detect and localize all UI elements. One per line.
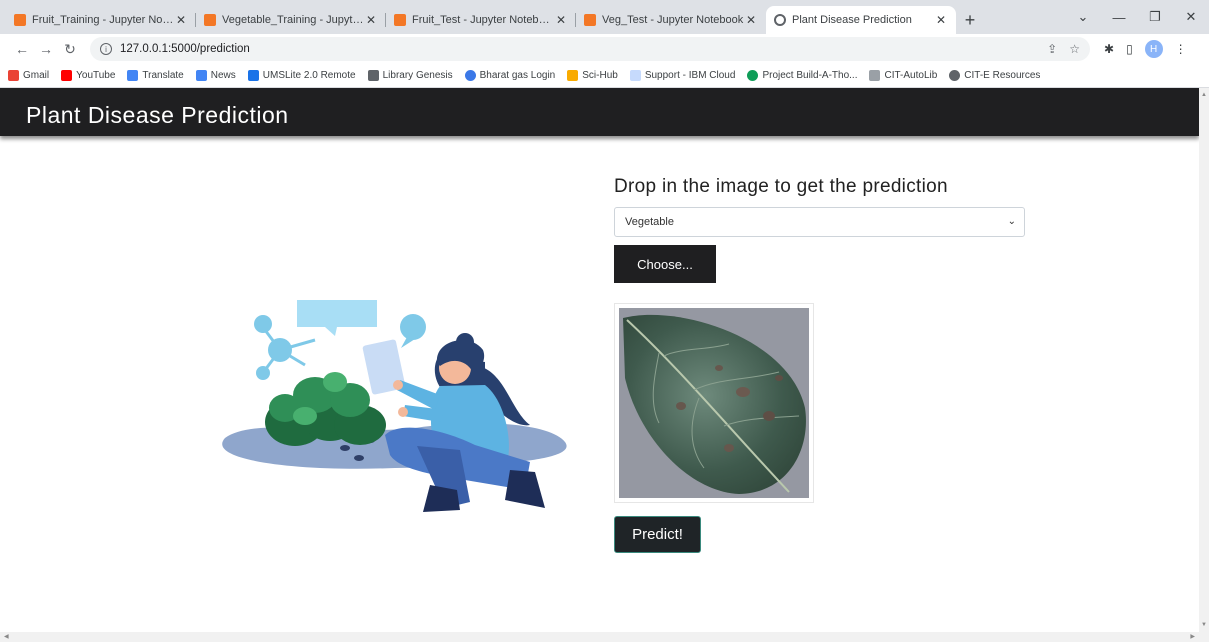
umslite-icon (247, 70, 259, 81)
bookmark-umslite[interactable]: UMSLite 2.0 Remote (247, 70, 356, 81)
site-title: Plant Disease Prediction (26, 102, 289, 128)
browser-tab-strip: Fruit_Training - Jupyter Notebook ✕ Vege… (0, 0, 1209, 34)
vertical-scrollbar[interactable]: ▲ ▼ (1199, 88, 1209, 632)
new-tab-button[interactable]: + (956, 6, 984, 34)
image-preview (614, 303, 814, 503)
bookmark-bharat-gas[interactable]: Bharat gas Login (464, 70, 555, 81)
scroll-down-icon[interactable]: ▼ (1201, 622, 1207, 628)
page-viewport: Plant Disease Prediction Drop in the ima… (0, 88, 1209, 632)
close-tab-icon[interactable]: ✕ (744, 13, 758, 27)
tab-title: Vegetable_Training - Jupyter Notebook (222, 14, 364, 26)
browser-tab[interactable]: Vegetable_Training - Jupyter Notebook ✕ (196, 6, 386, 34)
category-select[interactable]: Vegetable ⌄ (614, 207, 1025, 237)
scroll-right-icon[interactable]: ▶ (1190, 633, 1195, 640)
side-panel-icon[interactable]: ▯ (1126, 42, 1133, 56)
gardening-illustration (222, 300, 567, 512)
translate-icon (127, 70, 139, 81)
cloud-icon (629, 70, 641, 81)
leaf-image (619, 308, 809, 498)
bookmark-sci-hub[interactable]: Sci-Hub (567, 70, 618, 81)
globe-icon (949, 70, 961, 81)
bookmark-project-build[interactable]: Project Build-A-Tho... (747, 70, 857, 81)
bookmark-library-genesis[interactable]: Library Genesis (367, 70, 453, 81)
browser-tab[interactable]: Veg_Test - Jupyter Notebook ✕ (576, 6, 766, 34)
jupyter-icon (204, 14, 216, 26)
prediction-form: Drop in the image to get the prediction … (614, 176, 1025, 553)
bookmark-youtube[interactable]: YouTube (61, 70, 115, 81)
close-tab-icon[interactable]: ✕ (364, 13, 378, 27)
chevron-down-icon: ⌄ (1007, 216, 1016, 227)
site-info-icon[interactable]: i (100, 43, 112, 55)
back-arrow-icon[interactable]: ← (10, 41, 34, 57)
bookmark-news[interactable]: News (195, 70, 236, 81)
tab-title: Fruit_Training - Jupyter Notebook (32, 14, 174, 26)
choose-file-button[interactable]: Choose... (614, 245, 716, 283)
category-select-value: Vegetable (625, 216, 674, 228)
library-icon (367, 70, 379, 81)
autolib-icon (869, 70, 881, 81)
window-controls: ⌄ — ❐ ✕ (1065, 0, 1209, 34)
predict-button[interactable]: Predict! (614, 516, 701, 553)
bookmark-cit-e-resources[interactable]: CIT-E Resources (949, 70, 1040, 81)
globe-icon (774, 14, 786, 26)
tab-title: Fruit_Test - Jupyter Notebook (412, 14, 554, 26)
site-header: Plant Disease Prediction (0, 88, 1199, 136)
project-icon (747, 70, 759, 81)
form-heading: Drop in the image to get the prediction (614, 176, 948, 197)
bookmark-ibm-cloud[interactable]: Support - IBM Cloud (629, 70, 735, 81)
tab-title: Plant Disease Prediction (792, 14, 912, 26)
address-bar[interactable]: i 127.0.0.1:5000/prediction ⇪ ☆ (90, 37, 1090, 61)
scroll-left-icon[interactable]: ◀ (4, 633, 9, 640)
close-tab-icon[interactable]: ✕ (554, 13, 568, 27)
restore-icon[interactable]: ❐ (1137, 0, 1173, 34)
reload-icon[interactable]: ↻ (58, 41, 82, 58)
close-tab-icon[interactable]: ✕ (934, 13, 948, 27)
share-icon[interactable]: ⇪ (1047, 42, 1057, 56)
browser-toolbar: ← → ↻ i 127.0.0.1:5000/prediction ⇪ ☆ ✱ … (0, 34, 1209, 64)
news-icon (195, 70, 207, 81)
close-window-icon[interactable]: ✕ (1173, 0, 1209, 34)
browser-tab-active[interactable]: Plant Disease Prediction ✕ (766, 6, 956, 34)
browser-tab[interactable]: Fruit_Test - Jupyter Notebook ✕ (386, 6, 576, 34)
bharat-gas-icon (464, 70, 476, 81)
extensions-puzzle-icon[interactable]: ✱ (1104, 42, 1114, 56)
tab-title: Veg_Test - Jupyter Notebook (602, 14, 744, 26)
jupyter-icon (394, 14, 406, 26)
profile-avatar[interactable]: H (1144, 40, 1163, 58)
minimize-icon[interactable]: — (1101, 0, 1137, 34)
bookmark-star-icon[interactable]: ☆ (1069, 42, 1080, 56)
youtube-icon (61, 70, 73, 81)
jupyter-icon (14, 14, 26, 26)
browser-tab[interactable]: Fruit_Training - Jupyter Notebook ✕ (6, 6, 196, 34)
bookmark-translate[interactable]: Translate (127, 70, 184, 81)
tab-search-icon[interactable]: ⌄ (1065, 0, 1101, 34)
url-text: 127.0.0.1:5000/prediction (120, 43, 250, 55)
jupyter-icon (584, 14, 596, 26)
bookmark-cit-autolib[interactable]: CIT-AutoLib (869, 70, 937, 81)
scroll-up-icon[interactable]: ▲ (1201, 92, 1207, 98)
horizontal-scrollbar[interactable]: ◀ ▶ (0, 632, 1209, 642)
sci-hub-icon (567, 70, 579, 81)
bookmarks-bar: Gmail YouTube Translate News UMSLite 2.0… (0, 64, 1209, 88)
gmail-icon (8, 70, 19, 81)
bookmark-gmail[interactable]: Gmail (8, 70, 49, 81)
close-tab-icon[interactable]: ✕ (174, 13, 188, 27)
forward-arrow-icon[interactable]: → (34, 41, 58, 57)
menu-kebab-icon[interactable]: ⋮ (1175, 42, 1187, 56)
